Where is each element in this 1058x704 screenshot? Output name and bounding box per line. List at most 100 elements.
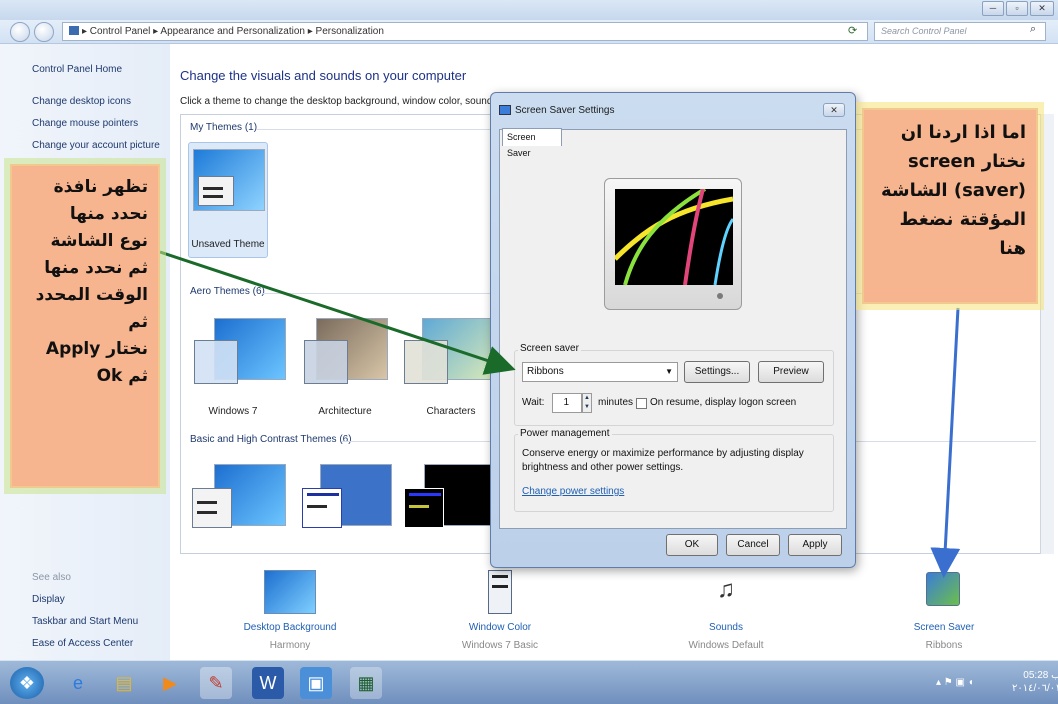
- control-panel-icon: [69, 26, 79, 35]
- theme-list-scrollbar[interactable]: [1040, 114, 1054, 554]
- desktop-background-label: Desktop Background: [243, 622, 337, 633]
- theme-characters[interactable]: Characters: [404, 310, 496, 420]
- back-button[interactable]: [10, 22, 30, 42]
- change-power-settings-link[interactable]: Change power settings: [522, 486, 624, 497]
- system-tray-icons[interactable]: ▴ ⚑ ▣ ◖: [936, 677, 974, 688]
- refresh-icon[interactable]: ⟳: [848, 24, 857, 37]
- sounds-value: Windows Default: [688, 640, 764, 651]
- theme-architecture[interactable]: Architecture: [300, 310, 392, 420]
- wait-minutes-stepper[interactable]: 1: [552, 393, 582, 413]
- dialog-close-button[interactable]: ✕: [823, 103, 845, 117]
- screen-saver-item[interactable]: Screen Saver Ribbons: [874, 566, 1014, 656]
- stepper-arrows-icon[interactable]: ▲ ▼: [582, 393, 592, 413]
- power-management-label: Power management: [518, 428, 612, 439]
- minimize-button[interactable]: ─: [982, 1, 1004, 16]
- file-explorer-icon[interactable]: ▤: [108, 667, 140, 699]
- preview-button[interactable]: Preview: [758, 361, 824, 383]
- section-basic-themes: Basic and High Contrast Themes (6): [190, 434, 352, 445]
- callout-line: نحدد منها: [69, 204, 148, 224]
- link-taskbar-start-menu[interactable]: Taskbar and Start Menu: [32, 616, 138, 627]
- clock-date: ٢٠١٤/٠٦/٠١: [1012, 683, 1058, 694]
- callout-line: الوقت المحدد: [35, 285, 148, 305]
- screen-saver-select-value: Ribbons: [527, 366, 564, 377]
- word-icon[interactable]: W: [252, 667, 284, 699]
- sounds-item[interactable]: ♫ Sounds Windows Default: [656, 566, 796, 656]
- theme-windows7[interactable]: Windows 7: [188, 310, 286, 420]
- address-bar[interactable]: ▸ Control Panel ▸ Appearance and Persona…: [62, 22, 868, 41]
- window-color-label: Window Color: [468, 622, 532, 633]
- chevron-down-icon: ▼: [665, 367, 673, 376]
- remote-desktop-icon[interactable]: ▣: [300, 667, 332, 699]
- tab-screen-saver[interactable]: Screen Saver: [502, 128, 562, 158]
- section-aero-themes: Aero Themes (6): [190, 286, 265, 297]
- window-preview-icon: [194, 340, 238, 384]
- theme-unsaved[interactable]: Unsaved Theme: [188, 142, 268, 258]
- media-player-icon[interactable]: ▶: [154, 667, 186, 699]
- wait-label: Wait:: [522, 397, 545, 408]
- dialog-title: Screen Saver Settings: [515, 105, 615, 116]
- close-window-button[interactable]: ✕: [1030, 1, 1054, 16]
- link-ease-of-access[interactable]: Ease of Access Center: [32, 638, 133, 649]
- callout-line: نوع الشاشة: [50, 231, 149, 251]
- theme-basic-2[interactable]: [300, 460, 396, 550]
- taskbar: ❖ e ▤ ▶ ✎ W ▣ ▦ ▴ ⚑ ▣ ◖ 05:28 ب ٢٠١٤/٠٦/…: [0, 660, 1058, 704]
- resume-logon-label: On resume, display logon screen: [650, 397, 797, 408]
- maximize-button[interactable]: ▫: [1006, 1, 1028, 16]
- window-preview-icon: [198, 176, 234, 206]
- link-change-desktop-icons[interactable]: Change desktop icons: [32, 96, 131, 107]
- taskbar-clock[interactable]: 05:28 ب ٢٠١٤/٠٦/٠١: [1012, 669, 1058, 695]
- window-title-bar: ─ ▫ ✕: [0, 0, 1058, 20]
- link-change-mouse-pointers[interactable]: Change mouse pointers: [32, 118, 138, 129]
- forward-button[interactable]: [34, 22, 54, 42]
- screen-saver-select[interactable]: Ribbons ▼: [522, 362, 678, 382]
- sounds-icon: ♫: [717, 576, 735, 603]
- desktop-background-item[interactable]: Desktop Background Harmony: [220, 566, 360, 656]
- callout-instructions-right: اما اذا اردنا ان نختار screen (saver) ال…: [862, 108, 1038, 304]
- window-color-item[interactable]: Window Color Windows 7 Basic: [430, 566, 570, 656]
- address-row: ▸ Control Panel ▸ Appearance and Persona…: [0, 20, 1058, 44]
- screen-saver-icon: [926, 572, 960, 606]
- start-button-icon[interactable]: ❖: [10, 667, 44, 699]
- window-preview-icon: [304, 340, 348, 384]
- callout-line: (saver) الشاشة: [880, 180, 1026, 201]
- preview-screen: [615, 189, 733, 285]
- link-change-account-picture[interactable]: Change your account picture: [32, 140, 160, 151]
- link-control-panel-home[interactable]: Control Panel Home: [32, 64, 122, 75]
- window-preview-icon: [302, 488, 342, 528]
- callout-instructions-left: تظهر نافذة نحدد منها نوع الشاشة ثم نحدد …: [10, 164, 160, 488]
- callout-line: نختار screen: [908, 151, 1026, 172]
- callout-line: ثم: [128, 312, 148, 332]
- internet-explorer-icon[interactable]: e: [62, 667, 94, 699]
- theme-label: Characters: [426, 406, 476, 417]
- screen-saver-value: Ribbons: [925, 640, 963, 651]
- power-description-line2: brightness and other power settings.: [522, 462, 684, 473]
- cancel-button[interactable]: Cancel: [726, 534, 780, 556]
- page-subtitle: Click a theme to change the desktop back…: [180, 96, 520, 107]
- screen-saver-group-label: Screen saver: [518, 343, 581, 354]
- paint-icon[interactable]: ✎: [200, 667, 232, 699]
- resume-logon-checkbox[interactable]: [636, 398, 647, 409]
- dialog-app-icon: [499, 105, 511, 115]
- theme-basic-3[interactable]: [404, 460, 496, 550]
- wait-minutes-value: 1: [563, 397, 569, 408]
- desktop-background-icon: [264, 570, 316, 614]
- theme-thumbnail: [193, 149, 265, 211]
- screen-saver-label: Screen Saver: [913, 622, 975, 633]
- link-display[interactable]: Display: [32, 594, 65, 605]
- search-icon[interactable]: ⌕: [1030, 23, 1036, 36]
- ok-button[interactable]: OK: [666, 534, 718, 556]
- power-description-line1: Conserve energy or maximize performance …: [522, 448, 804, 459]
- apply-button[interactable]: Apply: [788, 534, 842, 556]
- breadcrumb: ▸ Control Panel ▸ Appearance and Persona…: [82, 26, 384, 37]
- settings-button[interactable]: Settings...: [684, 361, 750, 383]
- callout-line: اما اذا اردنا ان: [900, 122, 1026, 143]
- callout-line: نختار Apply: [45, 339, 148, 359]
- theme-basic-1[interactable]: [192, 460, 288, 550]
- ribbons-preview-image: [615, 189, 733, 285]
- window-preview-icon: [192, 488, 232, 528]
- search-input[interactable]: Search Control Panel: [874, 22, 1046, 41]
- page-title: Change the visuals and sounds on your co…: [180, 68, 467, 83]
- control-panel-icon[interactable]: ▦: [350, 667, 382, 699]
- monitor-power-icon: [717, 293, 723, 299]
- window-preview-icon: [404, 488, 444, 528]
